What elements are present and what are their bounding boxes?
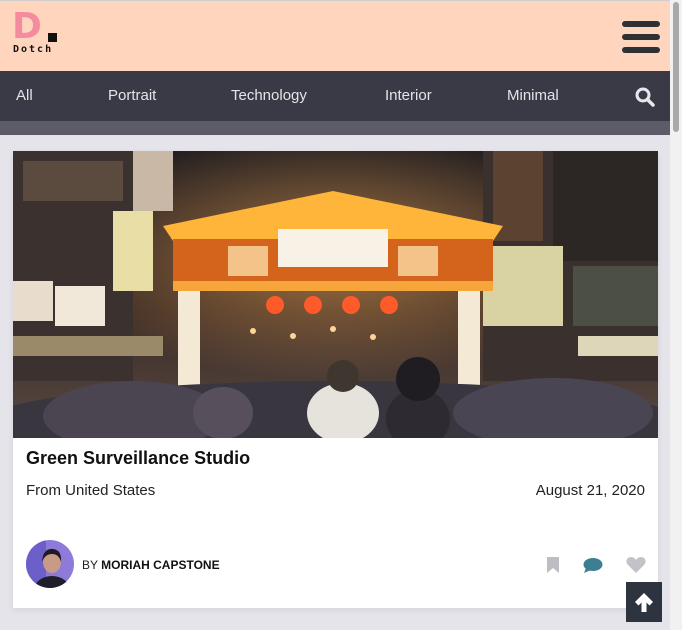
post-title[interactable]: Green Surveillance Studio [26, 448, 250, 469]
site-logo[interactable]: D Dotch [12, 6, 64, 59]
author-avatar[interactable] [26, 540, 74, 588]
hamburger-menu-icon[interactable] [622, 21, 660, 53]
comment-icon[interactable] [583, 557, 603, 574]
back-to-top-button[interactable] [626, 582, 662, 622]
logo-wordmark: Dotch [13, 44, 54, 55]
nav-item-all[interactable]: All [16, 71, 33, 121]
category-nav: All Portrait Technology Interior Minimal [0, 71, 670, 121]
nav-item-minimal[interactable]: Minimal [507, 71, 559, 121]
post-image-night-market[interactable] [13, 151, 658, 438]
logo-dot [48, 33, 57, 42]
heart-icon[interactable] [626, 556, 646, 574]
logo-letter: D [12, 6, 42, 47]
site-header: D Dotch [0, 0, 670, 71]
byline-prefix: BY [82, 558, 98, 572]
search-icon[interactable] [635, 87, 655, 107]
nav-item-technology[interactable]: Technology [231, 71, 307, 121]
scrollbar-thumb[interactable] [673, 2, 679, 132]
post-date: August 21, 2020 [535, 482, 645, 499]
post-card: Green Surveillance Studio From United St… [13, 151, 658, 608]
nav-item-interior[interactable]: Interior [385, 71, 432, 121]
post-byline: BY MORIAH CAPSTONE [82, 558, 220, 572]
nav-divider-strip [0, 121, 670, 135]
bookmark-icon[interactable] [546, 557, 560, 573]
author-name[interactable]: MORIAH CAPSTONE [101, 558, 219, 572]
nav-item-portrait[interactable]: Portrait [108, 71, 156, 121]
post-origin: From United States [26, 482, 156, 499]
arrow-up-icon [635, 593, 653, 612]
